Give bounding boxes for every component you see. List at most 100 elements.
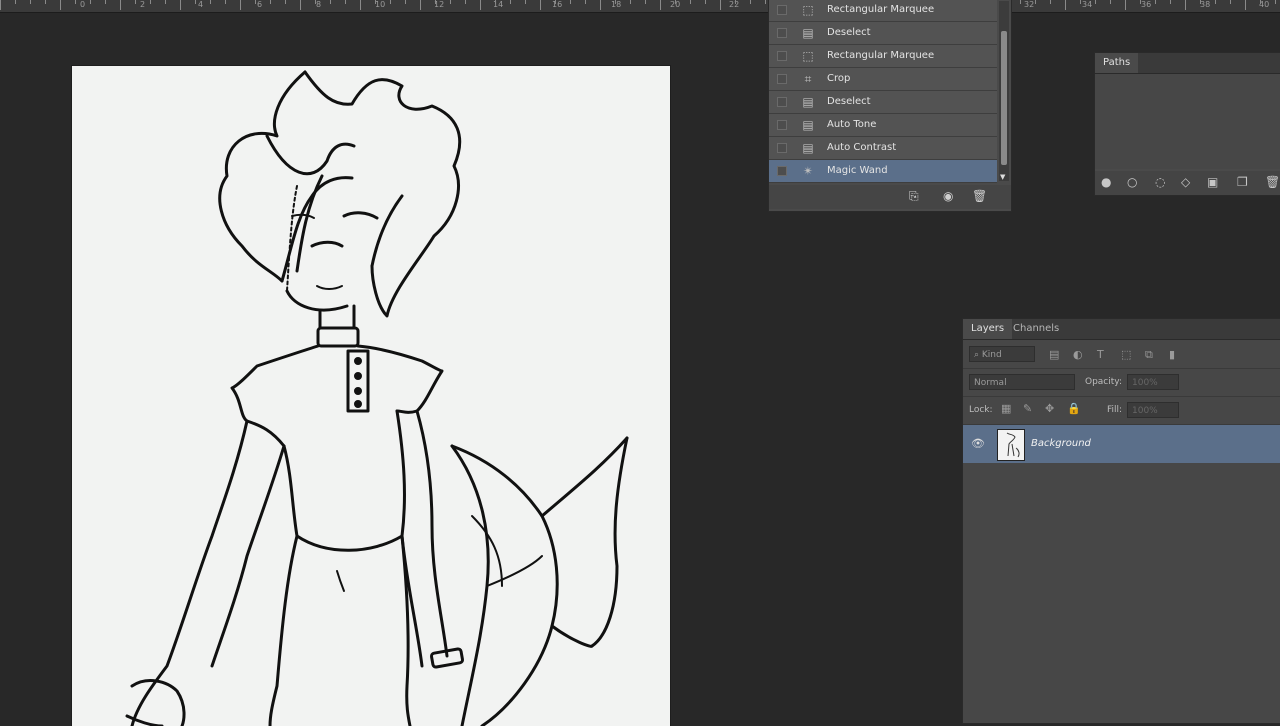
history-source-checkbox[interactable] xyxy=(777,74,787,84)
ruler-tick xyxy=(135,0,136,4)
ruler-tick xyxy=(75,0,76,4)
ruler-tick xyxy=(1095,0,1096,4)
ruler-tick xyxy=(705,0,706,4)
history-source-checkbox[interactable] xyxy=(777,5,787,15)
history-state-label: Rectangular Marquee xyxy=(827,50,935,61)
marquee-icon: ⬚ xyxy=(802,3,814,17)
filter-smart-object-icon[interactable]: ⧉ xyxy=(1145,348,1153,362)
scroll-down-arrow-icon[interactable]: ▼ xyxy=(1000,173,1005,181)
filter-pixel-icon[interactable]: ▤ xyxy=(1049,348,1059,361)
visibility-eye-icon[interactable]: 👁 xyxy=(971,437,985,450)
ruler-tick xyxy=(435,0,436,4)
ruler-tick xyxy=(45,0,46,4)
history-source-checkbox[interactable] xyxy=(777,143,787,153)
ruler-tick xyxy=(1200,0,1201,4)
delete-trash-icon[interactable]: 🗑 xyxy=(972,189,987,203)
lock-all-icon[interactable]: 🔒 xyxy=(1067,402,1081,415)
ruler-tick xyxy=(1140,0,1141,4)
ruler-tick xyxy=(1260,0,1261,4)
history-state-row[interactable]: ⌗ Crop xyxy=(769,68,997,91)
ruler-tick xyxy=(690,0,691,4)
ruler-tick xyxy=(420,0,421,10)
ruler-tick xyxy=(465,0,466,4)
history-state-row[interactable]: ▤ Auto Contrast xyxy=(769,137,997,160)
add-mask-icon[interactable]: ▣ xyxy=(1207,175,1218,189)
history-source-checkbox[interactable] xyxy=(777,51,787,61)
ruler-tick xyxy=(750,0,751,4)
ruler-tick xyxy=(60,0,61,10)
ruler-tick xyxy=(630,0,631,4)
opacity-input[interactable]: 100% xyxy=(1127,374,1179,390)
tab-paths[interactable]: Paths xyxy=(1095,53,1139,73)
lock-position-icon[interactable]: ✥ xyxy=(1045,402,1054,415)
history-source-checkbox[interactable] xyxy=(777,28,787,38)
ruler-number: 4 xyxy=(198,0,204,9)
blend-row: Normal Opacity: 100% xyxy=(963,368,1280,397)
lock-transparent-icon[interactable]: ▦ xyxy=(1001,402,1011,415)
history-state-row[interactable]: ▤ Auto Tone xyxy=(769,114,997,137)
history-state-label: Deselect xyxy=(827,96,871,107)
ruler-tick xyxy=(315,0,316,4)
ruler-tick xyxy=(405,0,406,4)
fill-label: Fill: xyxy=(1107,405,1123,415)
ruler-tick xyxy=(1065,0,1066,10)
history-state-row[interactable]: ⬚ Rectangular Marquee xyxy=(769,0,997,22)
history-source-checkbox[interactable] xyxy=(777,166,787,176)
history-state-label: Auto Tone xyxy=(827,119,877,130)
horizontal-ruler[interactable]: 0 2 4 6 8 10 12 14 16 18 20 22 32 34 36 38 40 xyxy=(0,0,1280,13)
tab-channels[interactable]: Channels xyxy=(1005,319,1067,339)
scrollbar-thumb[interactable] xyxy=(1001,31,1007,165)
history-state-row[interactable]: ▤ Deselect xyxy=(769,22,997,45)
filter-kind-select[interactable]: ⌕ Kind xyxy=(969,346,1035,362)
history-state-label: Rectangular Marquee xyxy=(827,4,935,15)
ruler-tick xyxy=(300,0,301,10)
ruler-tick xyxy=(645,0,646,4)
lock-pixels-brush-icon[interactable]: ✎ xyxy=(1023,402,1032,415)
history-source-checkbox[interactable] xyxy=(777,120,787,130)
blend-mode-select[interactable]: Normal xyxy=(969,374,1075,390)
history-source-checkbox[interactable] xyxy=(777,97,787,107)
ruler-tick xyxy=(615,0,616,4)
ruler-tick xyxy=(480,0,481,10)
document-canvas[interactable] xyxy=(72,66,670,726)
history-state-row[interactable]: ⬚ Rectangular Marquee xyxy=(769,45,997,68)
ruler-tick xyxy=(765,0,766,4)
history-state-label: Auto Contrast xyxy=(827,142,897,153)
layers-tabbar: Layers Channels xyxy=(963,319,1280,340)
line-art-drawing xyxy=(125,70,629,726)
ruler-tick xyxy=(345,0,346,4)
load-selection-icon[interactable]: ◌ xyxy=(1155,175,1165,189)
ruler-tick xyxy=(330,0,331,4)
history-state-row[interactable]: ▤ Deselect xyxy=(769,91,997,114)
filter-type-icon[interactable]: T xyxy=(1097,348,1104,361)
history-state-label: Crop xyxy=(827,73,851,84)
ruler-number: 18 xyxy=(611,0,622,9)
filter-shape-icon[interactable]: ⬚ xyxy=(1121,348,1131,361)
document-icon: ▤ xyxy=(802,141,814,155)
stroke-path-icon[interactable]: ○ xyxy=(1127,175,1137,189)
filter-toggle-icon[interactable]: ▮ xyxy=(1169,348,1175,361)
make-work-path-icon[interactable]: ◇ xyxy=(1181,175,1190,189)
new-path-icon[interactable]: ❐ xyxy=(1237,175,1248,189)
ruler-tick xyxy=(585,0,586,4)
ruler-tick xyxy=(525,0,526,4)
history-scrollbar[interactable]: ▼ xyxy=(999,1,1009,181)
filter-adjustment-icon[interactable]: ◐ xyxy=(1073,348,1083,361)
ruler-tick xyxy=(165,0,166,4)
new-snapshot-camera-icon[interactable]: ◉ xyxy=(943,189,953,203)
layer-row-background[interactable]: 👁 Background xyxy=(963,425,1280,463)
lock-label: Lock: xyxy=(969,405,993,415)
history-state-label: Deselect xyxy=(827,27,871,38)
delete-path-trash-icon[interactable]: 🗑 xyxy=(1265,175,1280,189)
new-document-from-state-icon[interactable]: ⎘ xyxy=(909,189,919,204)
ruler-number: 34 xyxy=(1082,0,1093,9)
ruler-number: 32 xyxy=(1024,0,1035,9)
history-state-row[interactable]: ✴ Magic Wand xyxy=(769,160,997,183)
ruler-tick xyxy=(540,0,541,10)
ruler-tick xyxy=(150,0,151,4)
ruler-tick xyxy=(180,0,181,10)
fill-path-icon[interactable]: ● xyxy=(1101,175,1111,189)
history-state-label: Magic Wand xyxy=(827,165,888,176)
ruler-tick xyxy=(105,0,106,4)
fill-input[interactable]: 100% xyxy=(1127,402,1179,418)
